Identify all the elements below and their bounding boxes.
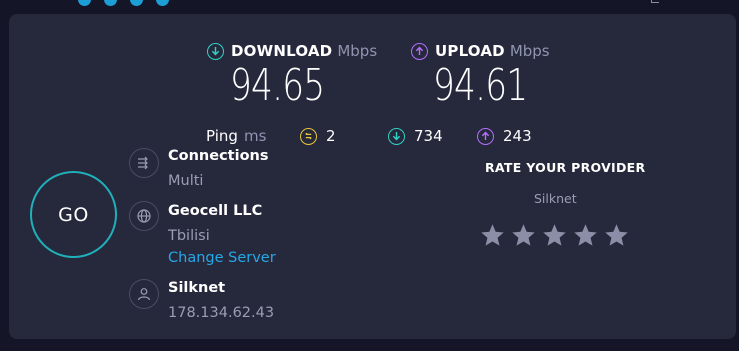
- nav-dot-icon[interactable]: [130, 0, 143, 6]
- rate-provider-name: Silknet: [534, 191, 577, 206]
- go-button[interactable]: GO: [30, 171, 117, 258]
- download-label: DOWNLOAD: [231, 42, 333, 60]
- server-location: Tbilisi: [168, 228, 210, 244]
- star-rating: [479, 222, 634, 250]
- connections-icon[interactable]: [129, 148, 159, 178]
- star-3-icon[interactable]: [541, 222, 572, 250]
- server-name: Geocell LLC: [168, 203, 263, 219]
- download-arrow-icon: [207, 42, 224, 60]
- speedtest-panel: DOWNLOAD Mbps 94.65 UPLOAD Mbps 94.61 Pi…: [9, 14, 736, 339]
- ping-download-icon: [388, 127, 405, 145]
- provider-name: Silknet: [168, 280, 226, 296]
- upload-speed-value: 94.61: [433, 60, 528, 111]
- connections-title: Connections: [168, 148, 269, 164]
- star-1-icon[interactable]: [479, 222, 510, 250]
- ping-idle-icon: [300, 127, 317, 145]
- menu-corner-icon[interactable]: [651, 0, 659, 3]
- top-nav-strip: [0, 0, 739, 14]
- change-server-link[interactable]: Change Server: [168, 250, 276, 266]
- ping-download-value: 734: [414, 127, 443, 145]
- connections-value[interactable]: Multi: [168, 173, 203, 189]
- ping-upload-icon: [477, 127, 494, 145]
- star-4-icon[interactable]: [572, 222, 603, 250]
- upload-unit: Mbps: [509, 42, 550, 60]
- nav-dot-icon[interactable]: [104, 0, 117, 6]
- nav-dot-icon[interactable]: [156, 0, 169, 6]
- ping-upload-value: 243: [503, 127, 532, 145]
- download-header: DOWNLOAD Mbps: [207, 42, 377, 60]
- download-speed-value: 94.65: [230, 60, 325, 111]
- rate-provider-title: RATE YOUR PROVIDER: [485, 160, 646, 175]
- user-icon: [129, 279, 159, 309]
- ping-row: Ping ms 2 734 243: [9, 127, 736, 145]
- upload-header: UPLOAD Mbps: [411, 42, 550, 60]
- download-unit: Mbps: [337, 42, 378, 60]
- globe-icon: [129, 201, 159, 231]
- upload-label: UPLOAD: [435, 42, 505, 60]
- ping-idle-value: 2: [326, 127, 336, 145]
- star-2-icon[interactable]: [510, 222, 541, 250]
- star-5-icon[interactable]: [603, 222, 634, 250]
- provider-ip: 178.134.62.43: [168, 305, 275, 321]
- ping-unit: ms: [244, 127, 267, 145]
- ping-label: Ping: [206, 127, 238, 145]
- upload-arrow-icon: [411, 42, 428, 60]
- nav-dot-icon[interactable]: [78, 0, 91, 6]
